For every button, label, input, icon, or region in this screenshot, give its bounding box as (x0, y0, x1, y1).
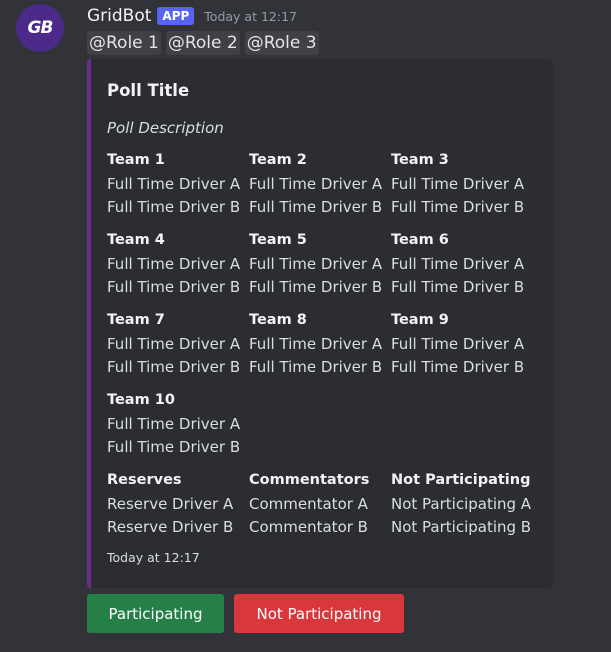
field-value: Full Time Driver A (107, 335, 241, 353)
field-value: Full Time Driver A (107, 415, 241, 433)
embed-field: Team 8 Full Time Driver A Full Time Drive… (249, 310, 391, 379)
field-value: Full Time Driver B (391, 198, 525, 216)
field-value: Full Time Driver A (107, 175, 241, 193)
embed-field: Commentators Commentator A Commentator B (249, 470, 391, 539)
embed-field: Team 9 Full Time Driver A Full Time Drive… (391, 310, 533, 379)
embed-field: Team 7 Full Time Driver A Full Time Drive… (107, 310, 249, 379)
field-value: Full Time Driver B (391, 278, 525, 296)
embed-field: Reserves Reserve Driver A Reserve Driver … (107, 470, 249, 539)
field-value: Full Time Driver A (249, 335, 383, 353)
app-badge: APP (157, 7, 195, 25)
field-name: Team 7 (107, 312, 165, 328)
embed-field: Team 6 Full Time Driver A Full Time Drive… (391, 230, 533, 299)
field-value: Full Time Driver B (107, 438, 241, 456)
field-name: Team 6 (391, 232, 449, 248)
field-value: Full Time Driver A (107, 255, 241, 273)
field-name: Team 9 (391, 312, 449, 328)
field-name: Commentators (249, 472, 370, 488)
role-mention[interactable]: @Role 3 (244, 31, 319, 55)
field-name: Team 2 (249, 152, 307, 168)
poll-description: Poll Description (107, 119, 224, 137)
poll-embed: Poll Title Poll Description Team 1 Full … (87, 59, 553, 588)
field-value: Reserve Driver B (107, 518, 234, 536)
field-value: Full Time Driver A (391, 255, 525, 273)
field-name: Team 1 (107, 152, 165, 168)
field-value: Full Time Driver B (249, 358, 383, 376)
field-name: Not Participating (391, 472, 531, 488)
embed-field: Team 4 Full Time Driver A Full Time Drive… (107, 230, 249, 299)
field-value: Reserve Driver A (107, 495, 234, 513)
embed-field: Team 1 Full Time Driver A Full Time Drive… (107, 150, 249, 219)
embed-field: Team 10 Full Time Driver A Full Time Driv… (107, 390, 249, 459)
participating-button[interactable]: Participating (87, 594, 224, 633)
username[interactable]: GridBot (87, 6, 151, 26)
field-value: Full Time Driver B (391, 358, 525, 376)
field-value: Full Time Driver B (249, 278, 383, 296)
field-value: Full Time Driver A (391, 175, 525, 193)
field-value: Commentator B (249, 518, 368, 536)
field-value: Full Time Driver A (249, 175, 383, 193)
field-value: Full Time Driver A (249, 255, 383, 273)
field-value: Full Time Driver B (249, 198, 383, 216)
field-name: Team 8 (249, 312, 307, 328)
embed-footer-timestamp: Today at 12:17 (107, 550, 200, 565)
embed-field: Team 2 Full Time Driver A Full Time Drive… (249, 150, 391, 219)
field-name: Team 10 (107, 392, 175, 408)
bot-avatar[interactable]: GB (16, 4, 64, 52)
not-participating-button[interactable]: Not Participating (234, 594, 404, 633)
field-value: Full Time Driver B (107, 198, 241, 216)
field-value: Not Participating B (391, 518, 532, 536)
field-name: Team 5 (249, 232, 307, 248)
field-value: Commentator A (249, 495, 368, 513)
avatar-logo-text: GB (27, 18, 54, 38)
message-header: GridBot APP Today at 12:17 (87, 4, 297, 28)
embed-field: Team 5 Full Time Driver A Full Time Drive… (249, 230, 391, 299)
embed-field: Not Participating Not Participating A Not… (391, 470, 551, 539)
field-name: Reserves (107, 472, 182, 488)
field-value: Full Time Driver B (107, 278, 241, 296)
role-mention[interactable]: @Role 2 (165, 31, 240, 55)
role-mention[interactable]: @Role 1 (87, 31, 161, 55)
embed-field: Team 3 Full Time Driver A Full Time Drive… (391, 150, 533, 219)
field-name: Team 4 (107, 232, 165, 248)
field-value: Full Time Driver A (391, 335, 525, 353)
field-value: Full Time Driver B (107, 358, 241, 376)
poll-title: Poll Title (107, 81, 190, 100)
role-mentions: @Role 1 @Role 2 @Role 3 (87, 31, 319, 55)
message-timestamp[interactable]: Today at 12:17 (204, 9, 297, 24)
field-value: Not Participating A (391, 495, 532, 513)
field-name: Team 3 (391, 152, 449, 168)
